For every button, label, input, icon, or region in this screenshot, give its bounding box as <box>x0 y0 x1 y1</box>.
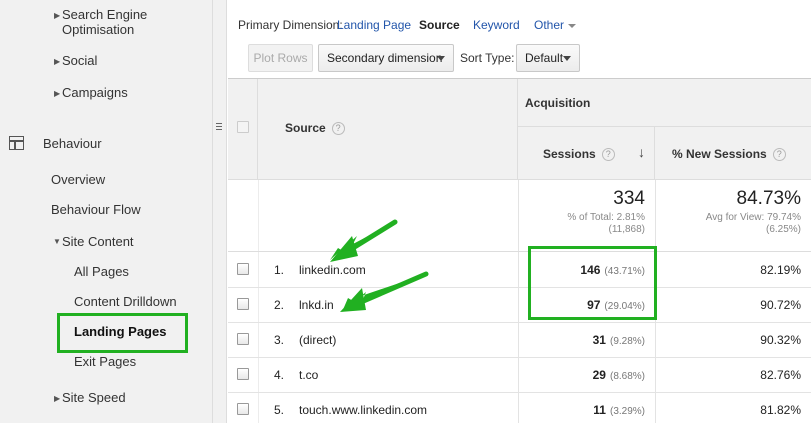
arrow-icon <box>330 222 426 312</box>
annotation-arrows <box>330 219 429 312</box>
arrow-lnkd-head <box>340 288 366 312</box>
